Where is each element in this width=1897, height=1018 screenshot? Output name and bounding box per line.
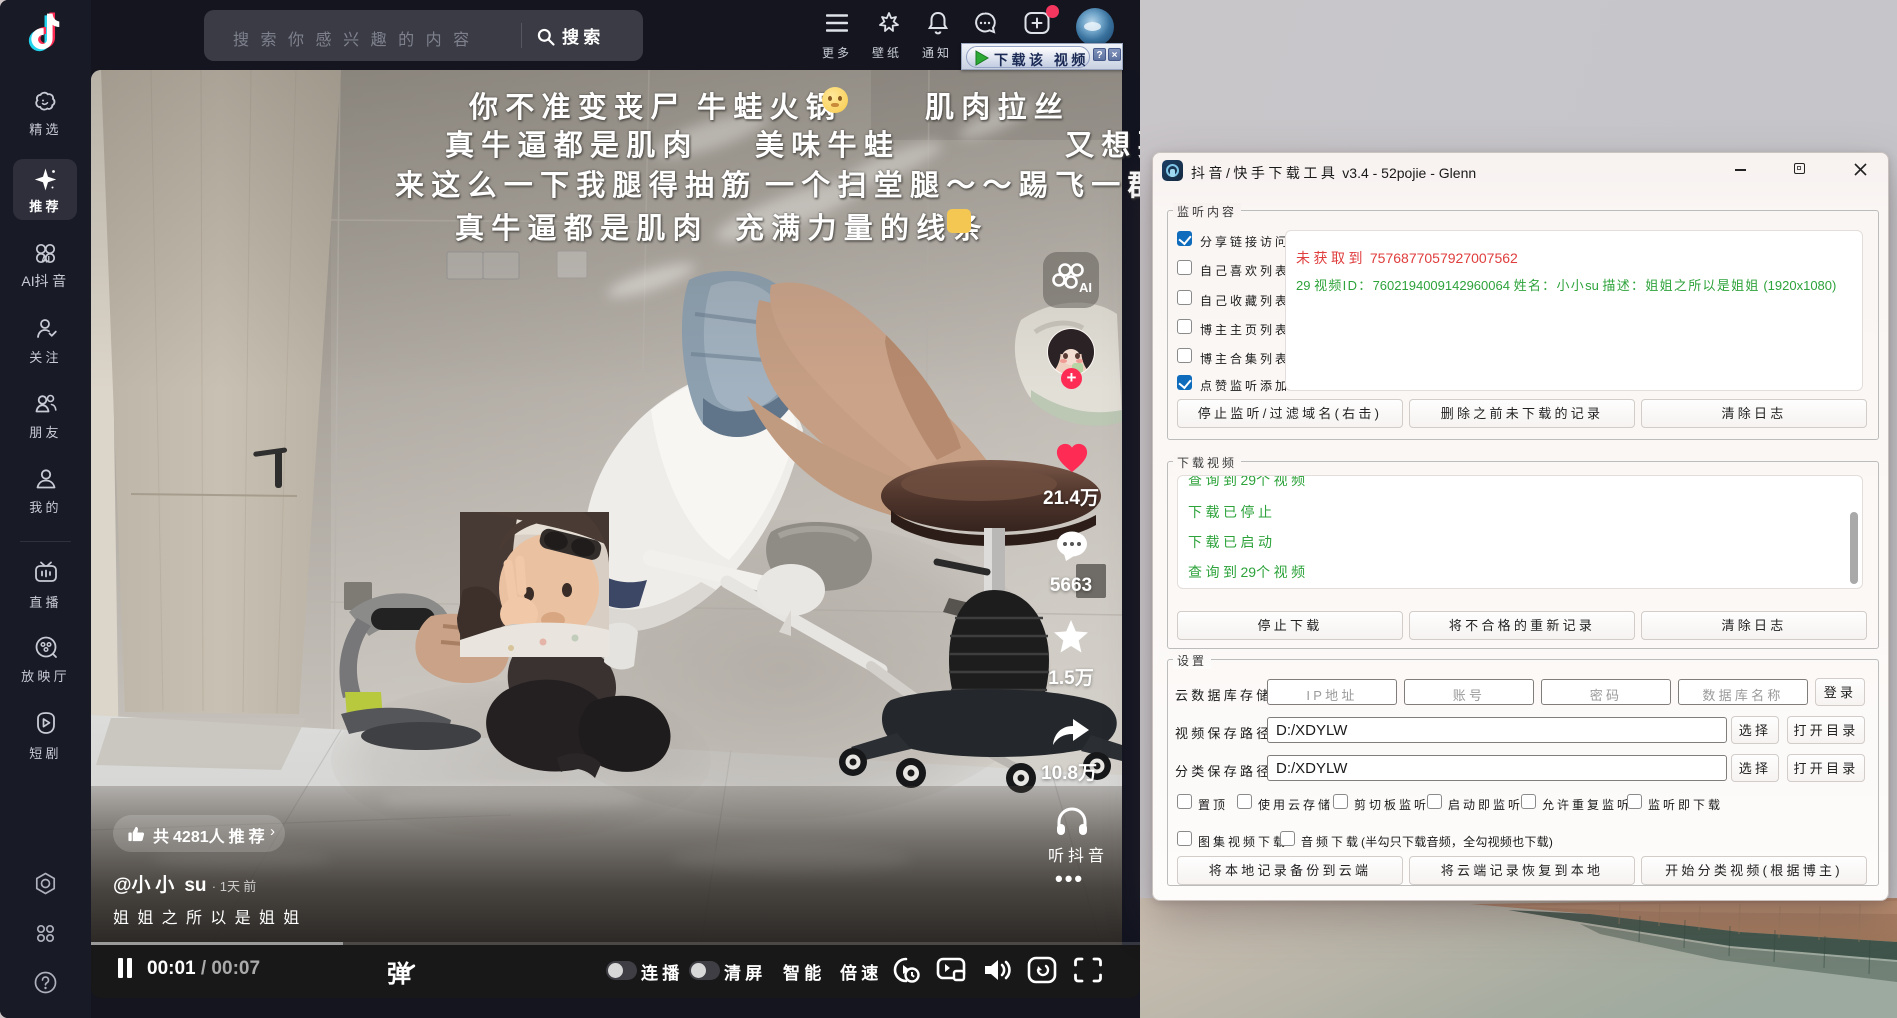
svg-text:AI: AI	[41, 255, 50, 265]
svg-text:AI: AI	[1079, 280, 1092, 295]
